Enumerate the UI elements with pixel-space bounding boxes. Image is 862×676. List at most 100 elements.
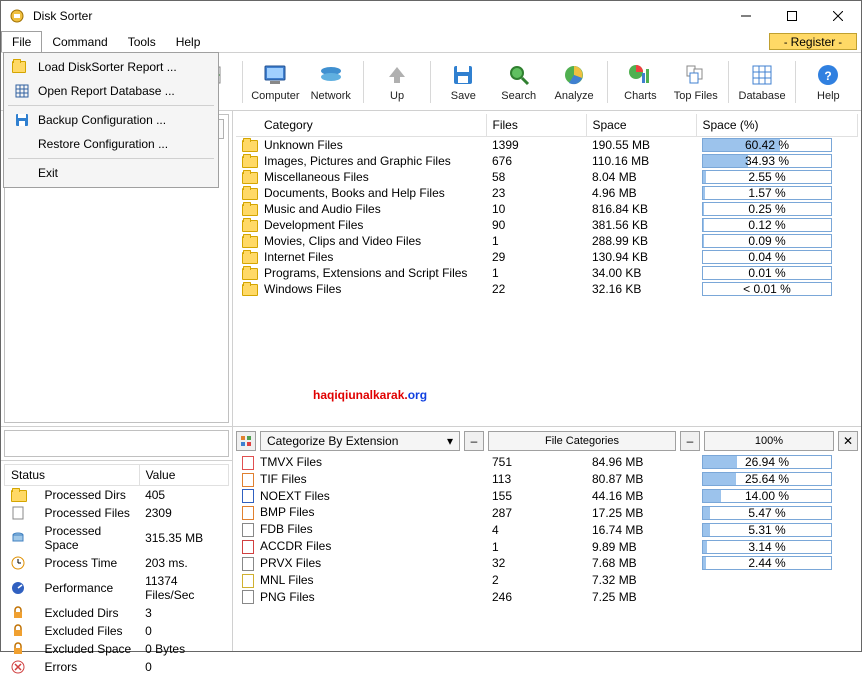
close-panel-button[interactable]: ✕ bbox=[838, 431, 858, 451]
folder-icon bbox=[242, 204, 258, 216]
percent-bar: 26.94 % bbox=[702, 455, 832, 469]
file-menu-dropdown: Load DiskSorter Report ... Open Report D… bbox=[3, 52, 219, 188]
up-button[interactable]: Up bbox=[370, 57, 423, 107]
status-table: Status Value Processed Dirs405Processed … bbox=[4, 464, 229, 676]
percent-bar: 3.14 % bbox=[702, 540, 832, 554]
extension-row[interactable]: MNL Files 27.32 MB bbox=[236, 572, 858, 589]
lock-icon bbox=[5, 622, 39, 640]
menu-restore-config[interactable]: Restore Configuration ... bbox=[6, 132, 216, 156]
category-row[interactable]: Unknown Files 1399190.55 MB 60.42 % bbox=[236, 137, 858, 154]
category-row[interactable]: Music and Audio Files 10816.84 KB 0.25 % bbox=[236, 201, 858, 217]
clock-icon bbox=[5, 554, 39, 572]
percent-bar: 2.55 % bbox=[702, 170, 832, 184]
percent-bar: 5.47 % bbox=[702, 506, 832, 520]
file-icon bbox=[242, 574, 254, 588]
lock-icon bbox=[5, 640, 39, 658]
svg-text:?: ? bbox=[825, 69, 832, 83]
category-row[interactable]: Programs, Extensions and Script Files 13… bbox=[236, 265, 858, 281]
percent-bar: < 0.01 % bbox=[702, 282, 832, 296]
value-header[interactable]: Value bbox=[139, 465, 228, 486]
extension-row[interactable]: NOEXT Files 15544.16 MB14.00 % bbox=[236, 488, 858, 505]
menu-open-database[interactable]: Open Report Database ... bbox=[6, 79, 216, 103]
extension-row[interactable]: PNG Files 2467.25 MB bbox=[236, 589, 858, 606]
register-button[interactable]: - Register - bbox=[769, 33, 857, 50]
folder-icon bbox=[242, 172, 258, 184]
network-button[interactable]: Network bbox=[304, 57, 357, 107]
file-icon bbox=[242, 523, 254, 537]
menu-exit[interactable]: Exit bbox=[6, 161, 216, 185]
menu-file[interactable]: File bbox=[1, 31, 42, 52]
percent-bar: 0.12 % bbox=[702, 218, 832, 232]
percent-bar: 25.64 % bbox=[702, 472, 832, 486]
status-row: Excluded Space0 Bytes bbox=[5, 640, 229, 658]
error-icon bbox=[5, 658, 39, 676]
menu-load-report[interactable]: Load DiskSorter Report ... bbox=[6, 55, 216, 79]
file-icon bbox=[242, 557, 254, 571]
file-categories-button[interactable]: File Categories bbox=[488, 431, 676, 451]
category-row[interactable]: Movies, Clips and Video Files 1288.99 KB… bbox=[236, 233, 858, 249]
extension-row[interactable]: TIF Files 11380.87 MB25.64 % bbox=[236, 471, 858, 488]
right-panel: Category Files Space Space (%) Unknown F… bbox=[233, 111, 861, 651]
percent-bar: 0.01 % bbox=[702, 266, 832, 280]
view-mode-button[interactable] bbox=[236, 431, 256, 451]
search-button[interactable]: Search bbox=[492, 57, 545, 107]
menu-tools[interactable]: Tools bbox=[118, 31, 166, 52]
collapse-left-button[interactable]: – bbox=[464, 431, 484, 451]
bottom-toolbar: Categorize By Extension▾ – File Categori… bbox=[236, 430, 858, 452]
content: Status Value Processed Dirs405Processed … bbox=[1, 111, 861, 651]
tree-panel bbox=[1, 427, 232, 461]
percent-bar: 34.93 % bbox=[702, 154, 832, 168]
collapse-right-button[interactable]: – bbox=[680, 431, 700, 451]
folder-icon bbox=[242, 156, 258, 168]
computer-button[interactable]: Computer bbox=[249, 57, 302, 107]
menu-help[interactable]: Help bbox=[166, 31, 211, 52]
col-category[interactable]: Category bbox=[236, 114, 486, 137]
status-header[interactable]: Status bbox=[5, 465, 140, 486]
close-button[interactable] bbox=[815, 1, 861, 31]
lock-icon bbox=[5, 604, 39, 622]
menu-command[interactable]: Command bbox=[42, 31, 117, 52]
topfiles-button[interactable]: Top Files bbox=[669, 57, 722, 107]
file-icon bbox=[242, 473, 254, 487]
col-space[interactable]: Space bbox=[586, 114, 696, 137]
zoom-level[interactable]: 100% bbox=[704, 431, 834, 451]
category-row[interactable]: Development Files 90381.56 KB 0.12 % bbox=[236, 217, 858, 233]
save-button[interactable]: Save bbox=[437, 57, 490, 107]
extension-row[interactable]: BMP Files 28717.25 MB5.47 % bbox=[236, 504, 858, 521]
disk-icon bbox=[5, 522, 39, 554]
category-row[interactable]: Internet Files 29130.94 KB 0.04 % bbox=[236, 249, 858, 265]
category-panel: Category Files Space Space (%) Unknown F… bbox=[233, 111, 861, 427]
titlebar: Disk Sorter bbox=[1, 1, 861, 31]
extension-row[interactable]: FDB Files 416.74 MB5.31 % bbox=[236, 521, 858, 538]
minimize-button[interactable] bbox=[723, 1, 769, 31]
percent-bar: 14.00 % bbox=[702, 489, 832, 503]
file-icon bbox=[5, 504, 39, 522]
category-row[interactable]: Miscellaneous Files 588.04 MB 2.55 % bbox=[236, 169, 858, 185]
category-row[interactable]: Windows Files 2232.16 KB < 0.01 % bbox=[236, 281, 858, 297]
menu-backup-config[interactable]: Backup Configuration ... bbox=[6, 108, 216, 132]
help-button[interactable]: ?Help bbox=[802, 57, 855, 107]
help-icon: ? bbox=[814, 62, 842, 88]
analyze-button[interactable]: Analyze bbox=[547, 57, 600, 107]
folder-icon bbox=[242, 252, 258, 264]
extension-row[interactable]: ACCDR Files 19.89 MB3.14 % bbox=[236, 538, 858, 555]
extension-row[interactable]: TMVX Files 75184.96 MB26.94 % bbox=[236, 454, 858, 471]
watermark: haqiqiunalkarak.org bbox=[313, 369, 427, 408]
status-row: Process Time203 ms. bbox=[5, 554, 229, 572]
category-row[interactable]: Images, Pictures and Graphic Files 67611… bbox=[236, 153, 858, 169]
maximize-button[interactable] bbox=[769, 1, 815, 31]
database-button[interactable]: Database bbox=[735, 57, 788, 107]
col-files[interactable]: Files bbox=[486, 114, 586, 137]
extension-row[interactable]: PRVX Files 327.68 MB2.44 % bbox=[236, 555, 858, 572]
percent-bar: 5.31 % bbox=[702, 523, 832, 537]
file-icon bbox=[242, 540, 254, 554]
folder-open-icon bbox=[12, 59, 32, 75]
charts-icon bbox=[626, 62, 654, 88]
gauge-icon bbox=[5, 572, 39, 604]
status-row: Processed Space315.35 MB bbox=[5, 522, 229, 554]
left-panel: Status Value Processed Dirs405Processed … bbox=[1, 111, 233, 651]
charts-button[interactable]: Charts bbox=[614, 57, 667, 107]
category-row[interactable]: Documents, Books and Help Files 234.96 M… bbox=[236, 185, 858, 201]
col-space-pct[interactable]: Space (%) bbox=[696, 114, 858, 137]
categorize-combo[interactable]: Categorize By Extension▾ bbox=[260, 431, 460, 451]
